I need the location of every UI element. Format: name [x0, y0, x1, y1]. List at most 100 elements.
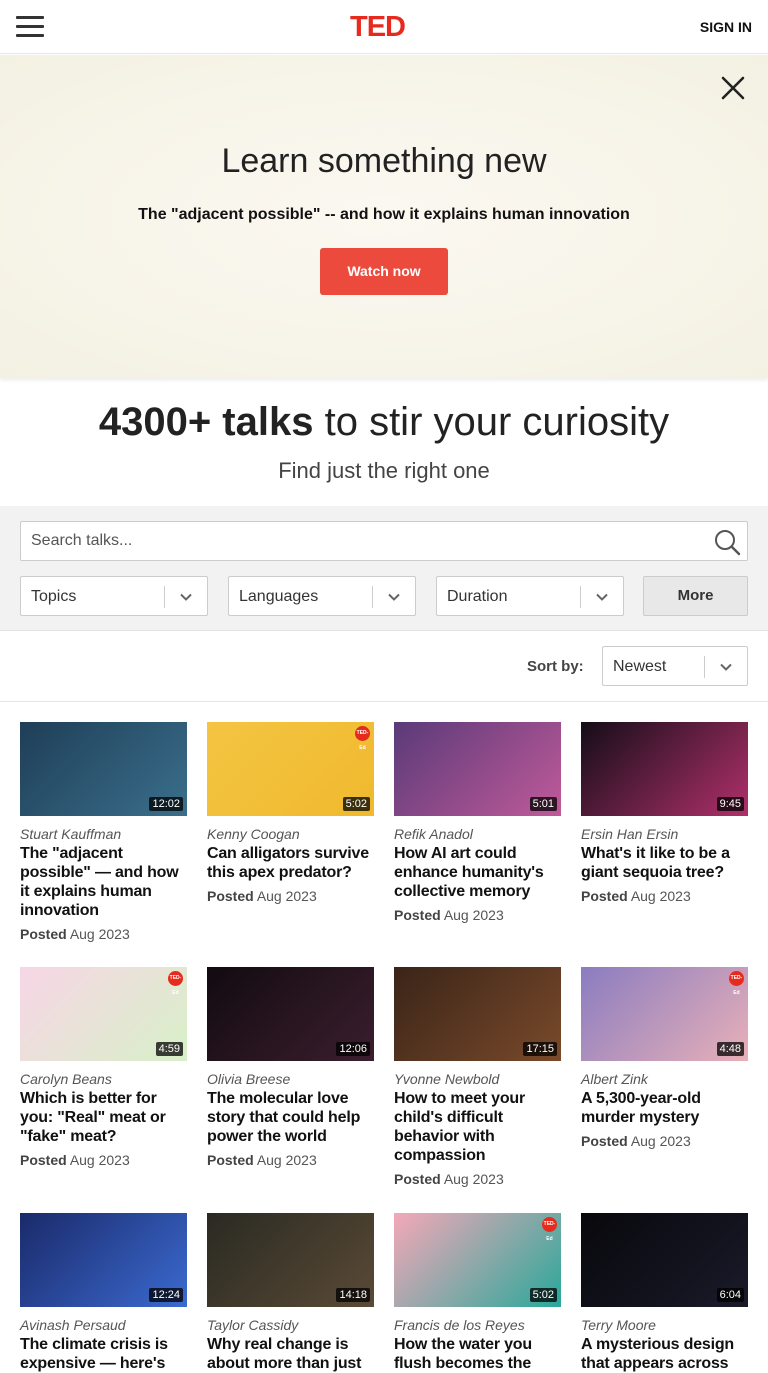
topics-dropdown[interactable]: Topics — [20, 576, 208, 616]
talk-card[interactable]: 17:15 Yvonne Newbold How to meet your ch… — [394, 967, 561, 1187]
posted-label: Posted — [394, 1171, 441, 1187]
posted-label: Posted — [20, 926, 67, 942]
topics-label: Topics — [31, 588, 77, 605]
duration-badge: 14:18 — [336, 1288, 370, 1302]
talk-speaker: Yvonne Newbold — [394, 1071, 500, 1087]
search-input[interactable] — [21, 522, 701, 560]
talk-thumbnail[interactable]: 17:15 — [394, 967, 561, 1061]
sort-value: Newest — [613, 658, 667, 675]
dropdown-divider — [704, 656, 705, 678]
watch-now-button[interactable]: Watch now — [320, 248, 448, 295]
duration-badge: 4:59 — [155, 1042, 183, 1056]
talk-card[interactable]: 12:02 Stuart Kauffman The "adjacent poss… — [20, 722, 187, 942]
talk-thumbnail[interactable]: TED-Ed 4:59 — [20, 967, 187, 1061]
talk-speaker: Kenny Coogan — [207, 826, 300, 842]
posted-label: Posted — [207, 888, 254, 904]
dropdown-divider — [164, 586, 165, 608]
talk-card[interactable]: TED-Ed 5:02 Kenny Coogan Can alligators … — [207, 722, 374, 904]
talk-title[interactable]: Can alligators survive this apex predato… — [207, 844, 374, 882]
talk-card[interactable]: 12:24 Avinash Persaud The climate crisis… — [20, 1213, 187, 1373]
dropdown-divider — [372, 586, 373, 608]
chevron-down-icon — [720, 663, 732, 671]
close-icon[interactable] — [720, 75, 746, 101]
talk-title[interactable]: The molecular love story that could help… — [207, 1089, 374, 1146]
chevron-down-icon — [596, 593, 608, 601]
duration-dropdown[interactable]: Duration — [436, 576, 624, 616]
ted-ed-badge-icon: TED-Ed — [168, 971, 183, 996]
duration-badge: 17:15 — [523, 1042, 557, 1056]
talk-thumbnail[interactable]: 6:04 — [581, 1213, 748, 1307]
sort-bar: Sort by: Newest — [0, 632, 768, 702]
posted-label: Posted — [20, 1152, 67, 1168]
hero-title: Learn something new — [221, 142, 547, 180]
talk-card[interactable]: TED-Ed 4:59 Carolyn Beans Which is bette… — [20, 967, 187, 1168]
talk-thumbnail[interactable]: 12:06 — [207, 967, 374, 1061]
talk-card[interactable]: 14:18 Taylor Cassidy Why real change is … — [207, 1213, 374, 1373]
duration-badge: 4:48 — [716, 1042, 744, 1056]
talk-speaker: Carolyn Beans — [20, 1071, 112, 1087]
languages-label: Languages — [239, 588, 319, 605]
talk-count: 4300+ talks — [98, 400, 314, 444]
talk-speaker: Albert Zink — [581, 1071, 648, 1087]
posted-value: Aug 2023 — [630, 888, 691, 904]
talk-title[interactable]: How to meet your child's difficult behav… — [394, 1089, 561, 1165]
duration-badge: 5:02 — [342, 797, 370, 811]
talk-card[interactable]: TED-Ed 4:48 Albert Zink A 5,300-year-old… — [581, 967, 748, 1149]
chevron-down-icon — [388, 593, 400, 601]
posted-date: Posted Aug 2023 — [20, 926, 187, 942]
talk-speaker: Francis de los Reyes — [394, 1317, 525, 1333]
sort-dropdown[interactable]: Newest — [602, 646, 748, 686]
posted-value: Aug 2023 — [256, 888, 317, 904]
talk-title[interactable]: What's it like to be a giant sequoia tre… — [581, 844, 748, 882]
talk-speaker: Avinash Persaud — [20, 1317, 126, 1333]
hamburger-menu-icon[interactable] — [16, 16, 44, 38]
talk-card[interactable]: 5:01 Refik Anadol How AI art could enhan… — [394, 722, 561, 923]
talk-speaker: Ersin Han Ersin — [581, 826, 679, 842]
talk-title[interactable]: Which is better for you: "Real" meat or … — [20, 1089, 187, 1146]
duration-badge: 12:02 — [149, 797, 183, 811]
posted-value: Aug 2023 — [443, 1171, 504, 1187]
talk-speaker: Taylor Cassidy — [207, 1317, 299, 1333]
talk-card[interactable]: TED-Ed 5:02 Francis de los Reyes How the… — [394, 1213, 561, 1373]
talk-card[interactable]: 6:04 Terry Moore A mysterious design tha… — [581, 1213, 748, 1373]
hero-subtitle[interactable]: The "adjacent possible" -- and how it ex… — [0, 206, 768, 224]
talk-title[interactable]: The "adjacent possible" — and how it exp… — [20, 844, 187, 920]
sort-label: Sort by: — [527, 658, 584, 675]
talk-title[interactable]: How the water you flush becomes the — [394, 1335, 561, 1373]
talk-speaker: Refik Anadol — [394, 826, 473, 842]
search-box — [20, 521, 748, 561]
more-filters-button[interactable]: More — [643, 576, 748, 616]
ted-ed-badge-icon: TED-Ed — [355, 726, 370, 751]
duration-badge: 5:01 — [529, 797, 557, 811]
talk-thumbnail[interactable]: 9:45 — [581, 722, 748, 816]
ted-ed-badge-icon: TED-Ed — [729, 971, 744, 996]
talk-title[interactable]: A 5,300-year-old murder mystery — [581, 1089, 748, 1127]
posted-value: Aug 2023 — [256, 1152, 317, 1168]
talk-card[interactable]: 9:45 Ersin Han Ersin What's it like to b… — [581, 722, 748, 904]
chevron-down-icon — [180, 593, 192, 601]
talk-title[interactable]: The climate crisis is expensive — here's — [20, 1335, 187, 1373]
talk-title[interactable]: A mysterious design that appears across — [581, 1335, 748, 1373]
posted-value: Aug 2023 — [69, 926, 130, 942]
talk-speaker: Olivia Breese — [207, 1071, 291, 1087]
sign-in-link[interactable]: SIGN IN — [700, 19, 752, 35]
duration-badge: 9:45 — [716, 797, 744, 811]
posted-label: Posted — [581, 888, 628, 904]
talk-thumbnail[interactable]: 5:01 — [394, 722, 561, 816]
search-icon[interactable] — [713, 528, 741, 556]
talk-speaker: Terry Moore — [581, 1317, 656, 1333]
posted-value: Aug 2023 — [443, 907, 504, 923]
ted-logo[interactable]: TED — [350, 11, 406, 44]
talk-title[interactable]: Why real change is about more than just — [207, 1335, 374, 1373]
talk-thumbnail[interactable]: 14:18 — [207, 1213, 374, 1307]
talk-card[interactable]: 12:06 Olivia Breese The molecular love s… — [207, 967, 374, 1168]
talk-thumbnail[interactable]: TED-Ed 4:48 — [581, 967, 748, 1061]
talk-thumbnail[interactable]: 12:24 — [20, 1213, 187, 1307]
posted-date: Posted Aug 2023 — [207, 888, 374, 904]
talk-thumbnail[interactable]: TED-Ed 5:02 — [394, 1213, 561, 1307]
languages-dropdown[interactable]: Languages — [228, 576, 416, 616]
talk-thumbnail[interactable]: TED-Ed 5:02 — [207, 722, 374, 816]
talk-title[interactable]: How AI art could enhance humanity's coll… — [394, 844, 561, 901]
talk-thumbnail[interactable]: 12:02 — [20, 722, 187, 816]
headline-rest: to stir your curiosity — [313, 400, 670, 444]
